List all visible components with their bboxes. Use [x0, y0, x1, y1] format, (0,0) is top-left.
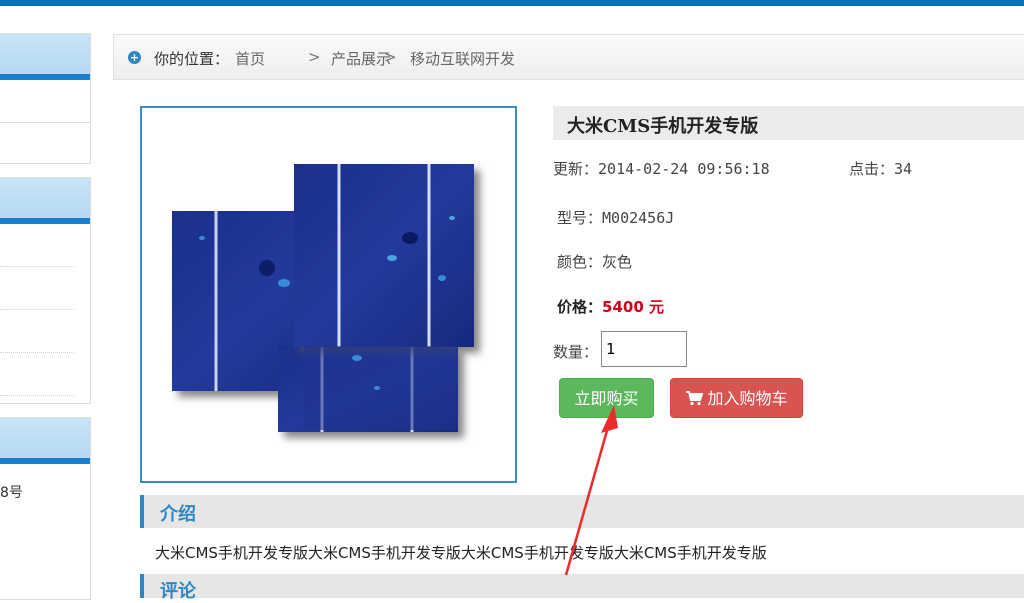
sidebar-contact-text: 8号 [0, 485, 23, 501]
sidebar-box-header [0, 418, 90, 464]
price-value: 5400 元 [602, 298, 664, 316]
sidebar-box-header [0, 178, 90, 224]
updated-value: 2014-02-24 09:56:18 [598, 160, 770, 178]
cart-icon [686, 391, 704, 406]
add-to-cart-label: 加入购物车 [707, 389, 788, 408]
comment-section-header: 评论 [140, 574, 1024, 602]
breadcrumb-products-link[interactable]: 产品展示 [331, 48, 391, 69]
sidebar-item[interactable] [0, 310, 74, 353]
product-image [172, 164, 474, 432]
sidebar-box-header [0, 34, 90, 80]
breadcrumb-category-link[interactable]: 移动互联网开发 [410, 48, 515, 69]
model-label: 型号： [557, 209, 603, 227]
model-value: M002456J [602, 209, 675, 227]
comment-section-title: 评论 [160, 581, 196, 602]
sidebar-box-2 [0, 177, 91, 404]
breadcrumb-home-link[interactable]: 首页 [235, 48, 265, 69]
color-value: 灰色 [602, 253, 633, 271]
clicks-label: 点击： [849, 160, 895, 178]
sidebar-item[interactable] [0, 224, 74, 267]
product-clicks: 点击：34 [849, 158, 912, 179]
intro-section-header: 介绍 [140, 495, 1024, 528]
product-title: 大米CMS手机开发专版 [567, 116, 759, 137]
product-title-bar: 大米CMS手机开发专版 [553, 106, 1024, 140]
quantity-input[interactable] [601, 331, 687, 367]
intro-section-title: 介绍 [160, 504, 196, 525]
sidebar-item[interactable] [0, 353, 74, 396]
quantity-label: 数量： [553, 343, 599, 361]
sidebar-item[interactable] [0, 80, 90, 123]
buy-now-button[interactable]: 立即购买 [559, 378, 654, 418]
product-price: 价格：5400 元 [557, 296, 664, 317]
quantity-label-wrap: 数量： [553, 341, 598, 362]
product-color: 颜色：灰色 [557, 251, 632, 272]
product-model: 型号：M002456J [557, 207, 674, 228]
clicks-value: 34 [894, 160, 913, 178]
price-label: 价格： [557, 298, 603, 316]
product-updated: 更新：2014-02-24 09:56:18 [553, 158, 770, 179]
breadcrumb-separator: > [308, 48, 321, 66]
add-to-cart-button[interactable]: 加入购物车 [670, 378, 803, 418]
location-plus-icon: + [128, 51, 141, 64]
top-bar [0, 0, 1024, 6]
breadcrumb-separator: > [384, 48, 397, 66]
breadcrumb: + 你的位置： 首页 > 产品展示 > 移动互联网开发 [113, 34, 1024, 80]
sidebar-item[interactable] [0, 267, 74, 310]
intro-text: 大米CMS手机开发专版大米CMS手机开发专版大米CMS手机开发专版大米CMS手机… [155, 544, 767, 562]
breadcrumb-label: 你的位置： [154, 50, 230, 68]
product-image-frame[interactable] [140, 106, 517, 483]
sidebar-item[interactable] [0, 123, 90, 163]
sidebar-box-1 [0, 33, 91, 164]
sidebar-box-3: 8号 [0, 417, 91, 600]
color-label: 颜色： [557, 253, 603, 271]
updated-label: 更新： [553, 160, 599, 178]
